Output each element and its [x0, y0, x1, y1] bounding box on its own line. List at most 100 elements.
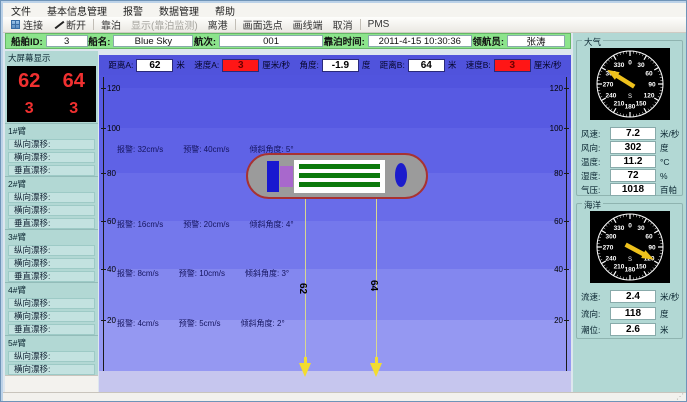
- axis-tick-left: 100: [107, 124, 120, 133]
- distance-b-value: 64: [408, 59, 445, 72]
- arm-group-title-4: 4#臂: [5, 282, 98, 296]
- down-arrow-icon: [370, 363, 382, 377]
- svg-text:270: 270: [603, 244, 614, 251]
- tick-mark: [564, 320, 569, 321]
- arm5-lateral-drift-button[interactable]: 横向漂移:: [8, 364, 95, 375]
- current-direction-label: 流向:: [581, 308, 610, 320]
- tick-mark: [101, 173, 106, 174]
- ship-info-bar: 船舶ID:3 船名:Blue Sky 航次:001 靠泊时间:2011-4-15…: [5, 33, 571, 49]
- svg-text:240: 240: [606, 255, 617, 262]
- svg-text:0: 0: [628, 222, 632, 229]
- toolbar-separator: [360, 19, 361, 30]
- angle-unit: 度: [362, 59, 371, 71]
- tilt-threshold: 倾斜角度: 3°: [245, 268, 289, 279]
- svg-text:180: 180: [625, 266, 636, 273]
- pen-icon: [53, 20, 63, 30]
- window-content: 文件 基本信息管理 报警 数据管理 帮助 连接 断开 靠泊 显示(靠泊监测) 离…: [3, 3, 686, 401]
- berth-time-input[interactable]: 2011-4-15 10:30:36: [368, 35, 472, 47]
- sidebar-footer: [5, 375, 98, 392]
- humidity-unit: %: [660, 171, 668, 181]
- pilot-input[interactable]: 张涛: [507, 35, 565, 47]
- pick-point-button[interactable]: 画面选点: [238, 18, 288, 32]
- arm4-longitudinal-drift-button[interactable]: 纵向漂移:: [8, 298, 95, 309]
- angle-value: -1.9: [322, 59, 359, 72]
- distance-line-a-label: 62: [297, 283, 308, 294]
- pms-button[interactable]: PMS: [363, 18, 395, 32]
- depart-button[interactable]: 离港: [203, 18, 233, 32]
- ship-id-label: 船舶ID:: [11, 34, 43, 48]
- atmosphere-group: 大气 0306090120150180210240270300330S 风速:7…: [576, 40, 683, 196]
- connect-button[interactable]: 连接: [6, 18, 48, 32]
- berth-button[interactable]: 靠泊: [96, 18, 126, 32]
- menu-data[interactable]: 数据管理: [151, 3, 207, 18]
- distance-line-a: [305, 199, 306, 361]
- arm2-vertical-drift-button[interactable]: 垂直漂移:: [8, 218, 95, 229]
- tick-mark: [101, 221, 106, 222]
- svg-text:300: 300: [606, 233, 617, 240]
- speed-b-value: 3: [494, 59, 531, 72]
- resize-grip[interactable]: ⋰: [676, 392, 684, 401]
- tick-mark: [101, 128, 106, 129]
- alarm-threshold: 报警: 16cm/s: [117, 219, 163, 230]
- svg-text:30: 30: [637, 225, 645, 232]
- voyage-input[interactable]: 001: [219, 35, 323, 47]
- tide-level-label: 潮位:: [581, 324, 610, 336]
- tick-mark: [564, 128, 569, 129]
- led-value-b: 64: [63, 70, 85, 93]
- arm-group-title-1: 1#臂: [5, 123, 98, 137]
- svg-text:90: 90: [648, 244, 656, 251]
- axis-tick-right: 60: [554, 217, 563, 226]
- ship-stern-block: [395, 163, 407, 187]
- chart-band: [99, 88, 571, 128]
- arm5-longitudinal-drift-button[interactable]: 纵向漂移:: [8, 351, 95, 362]
- speed-b-label: 速度B:: [466, 59, 491, 71]
- toolbar: 连接 断开 靠泊 显示(靠泊监测) 离港 画面选点 画线端 取消 PMS: [3, 17, 686, 33]
- draw-line-button[interactable]: 画线端: [288, 18, 328, 32]
- menu-alarm[interactable]: 报警: [115, 3, 151, 18]
- svg-text:240: 240: [606, 92, 617, 99]
- ship-name-input[interactable]: Blue Sky: [113, 35, 193, 47]
- arm3-longitudinal-drift-button[interactable]: 纵向漂移:: [8, 245, 95, 256]
- current-speed-value: 2.4: [610, 290, 656, 303]
- wind-direction-unit: 度: [660, 142, 669, 154]
- arm2-lateral-drift-button[interactable]: 横向漂移:: [8, 205, 95, 216]
- arm-group-title-3: 3#臂: [5, 229, 98, 243]
- disconnect-button[interactable]: 断开: [48, 18, 91, 32]
- connect-icon: [11, 20, 20, 29]
- ship-graphic: [246, 153, 428, 199]
- wind-speed-value: 7.2: [610, 127, 656, 140]
- temperature-value: 11.2: [610, 155, 656, 168]
- arm1-longitudinal-drift-button[interactable]: 纵向漂移:: [8, 139, 95, 150]
- tick-mark: [564, 88, 569, 89]
- arm4-vertical-drift-button[interactable]: 垂直漂移:: [8, 324, 95, 335]
- led-display: 62 64 3 3: [7, 66, 96, 122]
- svg-text:150: 150: [636, 100, 647, 107]
- cancel-button[interactable]: 取消: [328, 18, 358, 32]
- berth-time-label: 靠泊时间:: [324, 34, 365, 48]
- axis-tick-right: 40: [554, 265, 563, 274]
- tick-mark: [564, 221, 569, 222]
- arm2-longitudinal-drift-button[interactable]: 纵向漂移:: [8, 192, 95, 203]
- menu-basic-info[interactable]: 基本信息管理: [39, 3, 115, 18]
- arm1-lateral-drift-button[interactable]: 横向漂移:: [8, 152, 95, 163]
- arm1-vertical-drift-button[interactable]: 垂直漂移:: [8, 165, 95, 176]
- svg-text:90: 90: [648, 81, 656, 88]
- current-speed-label: 流速:: [581, 291, 610, 303]
- menu-file[interactable]: 文件: [3, 3, 39, 18]
- arm4-lateral-drift-button[interactable]: 横向漂移:: [8, 311, 95, 322]
- axis-tick-left: 40: [107, 265, 116, 274]
- left-axis: [103, 77, 104, 371]
- ship-id-input[interactable]: 3: [46, 35, 88, 47]
- arm3-vertical-drift-button[interactable]: 垂直漂移:: [8, 271, 95, 282]
- arm3-lateral-drift-button[interactable]: 横向漂移:: [8, 258, 95, 269]
- arm-group-title-2: 2#臂: [5, 176, 98, 190]
- measurement-strip: 距离A:62米 速度A:3厘米/秒 角度:-1.9度 距离B:64米 速度B:3…: [99, 55, 571, 75]
- deck-stripe: [299, 182, 380, 187]
- alarm-row-3: 报警: 8cm/s 预警: 10cm/s 倾斜角度: 3°: [117, 268, 289, 279]
- ship-name-label: 船名:: [88, 34, 110, 48]
- menu-help[interactable]: 帮助: [207, 3, 243, 18]
- svg-text:30: 30: [637, 62, 645, 69]
- wind-direction-value: 302: [610, 141, 656, 154]
- temperature-unit: °C: [660, 157, 670, 167]
- alarm-threshold: 报警: 4cm/s: [117, 318, 159, 329]
